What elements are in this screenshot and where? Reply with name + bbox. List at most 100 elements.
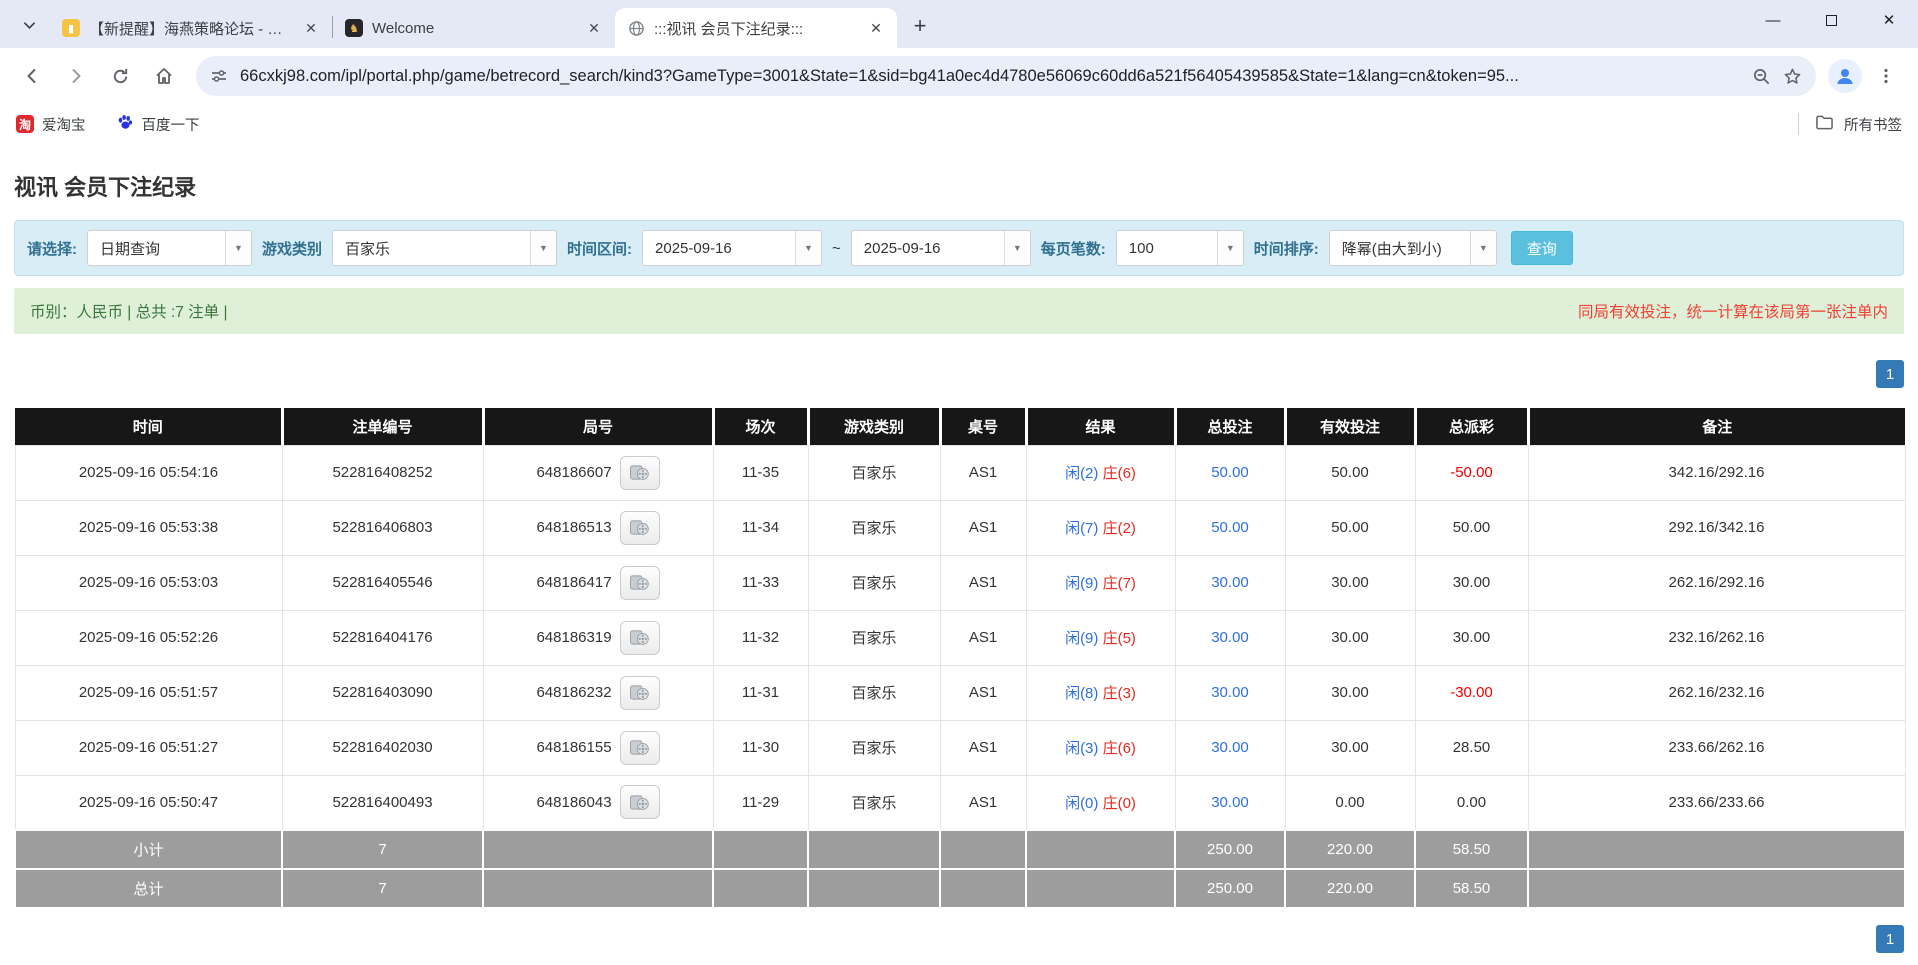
time-cell: 2025-09-16 05:54:16	[15, 445, 282, 500]
column-header: 备注	[1528, 408, 1905, 445]
chevron-down-icon[interactable]: ▼	[1004, 231, 1030, 265]
page-title: 视讯 会员下注纪录	[14, 144, 1904, 220]
browser-menu-icon[interactable]	[1866, 56, 1906, 96]
result-banker: 庄(7)	[1103, 575, 1136, 592]
video-replay-button[interactable]	[620, 566, 660, 600]
tab-close-icon[interactable]: ✕	[583, 17, 605, 39]
tab-search-chevron-icon[interactable]	[12, 8, 46, 42]
total-bet-cell: 30.00	[1175, 775, 1285, 830]
valid-bet-cell: 50.00	[1285, 500, 1415, 555]
game-type-cell: 百家乐	[808, 775, 940, 830]
profile-avatar[interactable]	[1828, 59, 1862, 93]
video-replay-button[interactable]	[620, 731, 660, 765]
result-player: 闲(8)	[1065, 685, 1098, 702]
video-replay-button[interactable]	[620, 785, 660, 819]
chevron-down-icon[interactable]: ▼	[530, 231, 556, 265]
valid-bet-cell: 30.00	[1285, 720, 1415, 775]
bookmark-star-icon[interactable]	[1783, 67, 1802, 86]
table-no-cell: AS1	[940, 665, 1026, 720]
footer-cell: 小计	[15, 830, 282, 869]
query-type-value: 日期查询	[88, 238, 225, 259]
game-type-value: 百家乐	[333, 238, 530, 259]
page-1-button[interactable]: 1	[1876, 925, 1904, 953]
video-replay-button[interactable]	[620, 456, 660, 490]
maximize-button[interactable]	[1802, 0, 1860, 40]
total-bet-link[interactable]: 50.00	[1211, 519, 1249, 536]
search-button[interactable]: 查询	[1511, 231, 1573, 265]
zoom-out-icon[interactable]	[1752, 67, 1771, 86]
table-row: 2025-09-16 05:52:26522816404176648186319…	[15, 610, 1905, 665]
video-replay-button[interactable]	[620, 621, 660, 655]
table-row: 2025-09-16 05:53:03522816405546648186417…	[15, 555, 1905, 610]
minimize-button[interactable]: —	[1744, 0, 1802, 40]
chevron-down-icon[interactable]: ▼	[1470, 231, 1496, 265]
reload-icon[interactable]	[100, 56, 140, 96]
note-cell: 232.16/262.16	[1528, 610, 1905, 665]
all-bookmarks-label: 所有书签	[1844, 114, 1902, 135]
bet-id-cell: 522816408252	[282, 445, 483, 500]
chevron-down-icon[interactable]: ▼	[1217, 231, 1243, 265]
time-cell: 2025-09-16 05:50:47	[15, 775, 282, 830]
time-cell: 2025-09-16 05:53:03	[15, 555, 282, 610]
page-size-select[interactable]: 100 ▼	[1116, 230, 1244, 266]
total-bet-link[interactable]: 30.00	[1211, 794, 1249, 811]
total-bet-link[interactable]: 30.00	[1211, 739, 1249, 756]
round-id: 648186232	[536, 684, 611, 701]
table-no-cell: AS1	[940, 775, 1026, 830]
chevron-down-icon[interactable]: ▼	[795, 231, 821, 265]
back-icon[interactable]	[12, 56, 52, 96]
round-cell: 648186155	[483, 720, 713, 775]
game-type-label: 游戏类别	[262, 238, 322, 259]
date-from-select[interactable]: 2025-09-16 ▼	[642, 230, 822, 266]
browser-tab-forum[interactable]: ▮ 【新提醒】海燕策略论坛 - 综合 ✕	[50, 8, 332, 48]
table-no-cell: AS1	[940, 610, 1026, 665]
column-header: 总派彩	[1415, 408, 1528, 445]
new-tab-button[interactable]: +	[903, 9, 937, 43]
total-bet-link[interactable]: 30.00	[1211, 629, 1249, 646]
tab-close-icon[interactable]: ✕	[865, 17, 887, 39]
result-player: 闲(3)	[1065, 740, 1098, 757]
bookmark-baidu[interactable]: 百度一下	[116, 113, 200, 135]
video-replay-button[interactable]	[620, 676, 660, 710]
game-type-select[interactable]: 百家乐 ▼	[332, 230, 557, 266]
time-cell: 2025-09-16 05:51:57	[15, 665, 282, 720]
note-cell: 292.16/342.16	[1528, 500, 1905, 555]
result-cell: 闲(2) 庄(6)	[1026, 445, 1175, 500]
video-replay-button[interactable]	[620, 511, 660, 545]
result-banker: 庄(2)	[1103, 520, 1136, 537]
url-text[interactable]: 66cxkj98.com/ipl/portal.php/game/betreco…	[240, 67, 1740, 86]
browser-tab-betrecord-active[interactable]: :::视讯 会员下注纪录::: ✕	[615, 8, 897, 48]
footer-cell	[1026, 869, 1175, 908]
address-bar[interactable]: 66cxkj98.com/ipl/portal.php/game/betreco…	[196, 56, 1816, 96]
table-row: 2025-09-16 05:51:27522816402030648186155…	[15, 720, 1905, 775]
time-range-label: 时间区间:	[567, 238, 632, 259]
browser-tab-welcome[interactable]: ♞ Welcome ✕	[333, 8, 615, 48]
valid-bet-cell: 50.00	[1285, 445, 1415, 500]
page-1-button[interactable]: 1	[1876, 360, 1904, 388]
chevron-down-icon[interactable]: ▼	[225, 231, 251, 265]
bookmark-taobao[interactable]: 淘 爱淘宝	[16, 114, 86, 135]
date-to-select[interactable]: 2025-09-16 ▼	[851, 230, 1031, 266]
total-bet-cell: 30.00	[1175, 720, 1285, 775]
note-cell: 262.16/292.16	[1528, 555, 1905, 610]
result-cell: 闲(7) 庄(2)	[1026, 500, 1175, 555]
site-settings-icon[interactable]	[210, 67, 228, 85]
forward-icon[interactable]	[56, 56, 96, 96]
total-bet-link[interactable]: 50.00	[1211, 464, 1249, 481]
total-bet-link[interactable]: 30.00	[1211, 684, 1249, 701]
result-banker: 庄(3)	[1103, 685, 1136, 702]
query-type-select[interactable]: 日期查询 ▼	[87, 230, 252, 266]
home-icon[interactable]	[144, 56, 184, 96]
result-player: 闲(0)	[1065, 795, 1098, 812]
note-cell: 233.66/233.66	[1528, 775, 1905, 830]
tab-title: 【新提醒】海燕策略论坛 - 综合	[89, 18, 291, 39]
currency-total-text: 币别：人民币 | 总共 :7 注单 |	[30, 300, 228, 322]
tab-close-icon[interactable]: ✕	[300, 17, 322, 39]
close-window-button[interactable]: ✕	[1860, 0, 1918, 40]
time-sort-select[interactable]: 降幂(由大到小) ▼	[1329, 230, 1497, 266]
time-cell: 2025-09-16 05:52:26	[15, 610, 282, 665]
all-bookmarks[interactable]: 所有书签	[1798, 113, 1902, 135]
total-bet-link[interactable]: 30.00	[1211, 574, 1249, 591]
time-sort-value: 降幂(由大到小)	[1330, 238, 1470, 259]
note-cell: 262.16/232.16	[1528, 665, 1905, 720]
